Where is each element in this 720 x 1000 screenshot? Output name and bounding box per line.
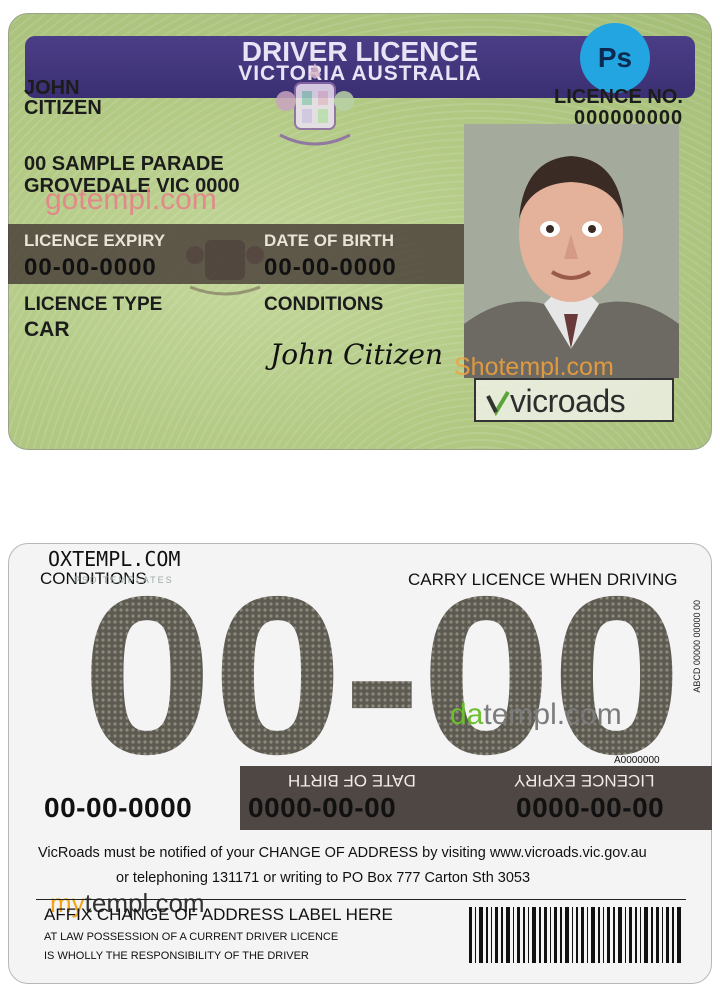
licence-no-label: LICENCE NO.	[554, 86, 683, 108]
vicroads-check-icon	[486, 390, 510, 416]
a-code: A0000000	[614, 755, 660, 766]
datempl-watermark: datempl.com	[450, 698, 622, 732]
photo-portrait	[464, 124, 679, 378]
address-line-1: 00 SAMPLE PARADE	[24, 153, 224, 175]
vertical-serial: ABCD 00000 00000 00	[692, 600, 702, 693]
datempl-watermark-prefix: da	[450, 698, 484, 731]
crest-icon	[276, 63, 354, 146]
expiry-back-value: 0000-00-00	[516, 792, 665, 823]
expiry-label-mirrored: LICENCE EXPIRY	[514, 771, 655, 790]
affix-label: AFFIX CHANGE OF ADDRESS LABEL HERE	[44, 905, 393, 924]
licence-expiry-label: LICENCE EXPIRY	[24, 231, 166, 250]
dob-back-value: 0000-00-00	[248, 792, 397, 823]
left-date-value: 00-00-0000	[44, 792, 193, 823]
gotempl-watermark: gotempl.com	[45, 183, 217, 216]
licence-type-value: CAR	[24, 318, 70, 341]
affix-divider	[36, 899, 686, 900]
conditions-label: CONDITIONS	[264, 294, 384, 315]
dob-label: DATE OF BIRTH	[264, 231, 395, 250]
signature: John Citizen	[270, 338, 443, 371]
licence-expiry-value: 00-00-0000	[24, 254, 157, 281]
datempl-watermark-rest: templ.com	[483, 698, 622, 731]
holder-last-name: CITIZEN	[24, 97, 102, 119]
ps-badge-icon: Ps	[580, 23, 650, 93]
conditions-big-digits: 00-00	[82, 583, 682, 768]
big-digits-text: 00-00	[82, 583, 682, 768]
oxtempl-watermark: OXTEMPL.COM	[48, 547, 181, 571]
address-notice-line-2: or telephoning 131171 or writing to PO B…	[116, 870, 531, 886]
barcode-icon	[469, 907, 681, 963]
law-line-2: IS WHOLLY THE RESPONSIBILITY OF THE DRIV…	[44, 950, 309, 962]
address-notice-line-1: VicRoads must be notified of your CHANGE…	[38, 845, 647, 861]
law-line-1: AT LAW POSSESSION OF A CURRENT DRIVER LI…	[44, 931, 339, 943]
dob-value: 00-00-0000	[264, 254, 397, 281]
licence-type-label: LICENCE TYPE	[24, 294, 163, 315]
vicroads-logo-text: vicroads	[510, 383, 626, 419]
dob-label-mirrored: DATE OF BIRTH	[288, 771, 416, 790]
